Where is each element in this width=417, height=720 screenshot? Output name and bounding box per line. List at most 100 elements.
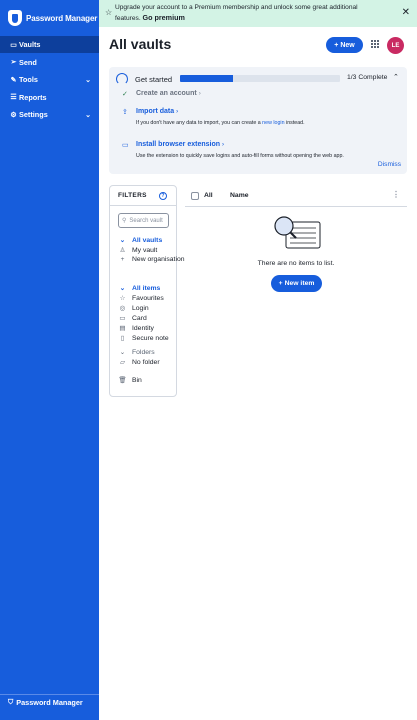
search-input[interactable]: ⚲ Search vault [118,213,169,228]
user-icon: ♙ [119,247,126,254]
go-premium-link[interactable]: Go premium [143,13,185,22]
shield-icon [8,10,22,26]
vault-icon: ▭ [10,41,17,49]
filters-header: FILTERS ? [110,186,176,206]
progress-bar-fill [180,75,233,82]
filter-label: Identity [132,324,154,332]
filter-all-vaults[interactable]: ⌄ All vaults [118,236,162,245]
brand-name: Password Manager [26,13,98,23]
filter-label: Folders [132,348,155,356]
filters-title: FILTERS [118,192,147,199]
avatar[interactable]: LE [387,37,404,54]
trash-icon: 🗑 [118,377,127,384]
chevron-right-icon: › [221,141,225,148]
new-item-button[interactable]: + New item [271,275,322,292]
dismiss-link[interactable]: Dismiss [378,161,401,168]
star-icon: ☆ [105,8,113,17]
filter-all-items[interactable]: ⌄ All items [118,284,161,293]
star-icon: ☆ [119,295,126,302]
reports-icon: ☰ [10,94,17,101]
chevron-down-icon: ⌄ [119,237,126,244]
task-create-account: ✓ Create an account › [122,90,201,98]
select-all-checkbox[interactable] [191,192,199,200]
chevron-down-icon: ⌄ [119,285,126,292]
product-switcher-icon[interactable] [371,40,380,49]
new-login-link[interactable]: new login [262,120,284,126]
vault-table-header: All Name ⋮ [185,185,407,207]
filter-secure-note[interactable]: ▯ Secure note [118,334,169,343]
empty-state-text: There are no items to list. [257,260,335,267]
task-title: Create an account [136,90,197,97]
sidebar-item-label: Send [19,57,37,67]
sidebar-item-send[interactable]: ➢ Send [0,54,99,71]
banner-message: Upgrade your account to a Premium member… [115,3,385,24]
filter-label: New organisation [132,256,185,263]
sidebar-item-label: Tools [19,75,38,84]
chevron-up-icon[interactable]: ⌃ [393,73,399,81]
filter-label: Login [132,304,149,312]
help-icon[interactable]: ? [159,192,167,200]
task-description: Use the extension to quickly save logins… [136,153,344,159]
column-name[interactable]: Name [230,192,249,199]
sidebar: Password Manager ▭ Vaults ➢ Send ✎ Tools… [0,0,99,720]
filter-label: No folder [132,358,160,366]
filter-label: Bin [132,376,142,384]
filter-label: Card [132,314,147,322]
task-desc-text: If you don't have any data to import, yo… [136,120,261,126]
browser-icon: ▭ [122,142,129,149]
empty-search-illustration [274,216,321,249]
filters-panel: FILTERS ? ⚲ Search vault ⌄ All vaults ♙ … [109,185,185,397]
more-options-icon[interactable]: ⋮ [392,190,400,199]
sidebar-item-reports[interactable]: ☰ Reports [0,89,99,106]
close-icon[interactable]: ✕ [402,7,410,18]
filter-identity[interactable]: ▤ Identity [118,324,154,333]
task-import-data[interactable]: ⇪ Import data › If you don't have any da… [122,108,305,126]
shield-icon: ⛉ [8,698,14,706]
filter-label: Favourites [132,294,164,302]
filter-no-folder[interactable]: ▱ No folder [118,358,160,367]
column-all[interactable]: All [204,192,213,199]
sidebar-item-tools[interactable]: ✎ Tools ⌄ [0,71,99,88]
filter-folders[interactable]: ⌄ Folders [118,348,155,357]
progress-count: 1/3 Complete [347,74,388,81]
filter-label: My vault [132,246,158,254]
plus-icon: + [120,256,125,263]
product-switcher[interactable]: ⛉ Password Manager [0,694,99,710]
chevron-down-icon: ⌄ [85,111,91,119]
search-icon: ⚲ [122,218,127,224]
getting-started-panel: Get started 1/3 Complete ⌃ ✓ Create an a… [109,67,407,174]
check-icon: ✓ [122,91,128,98]
task-desc-text: instead. [286,120,305,126]
chevron-right-icon: › [198,90,201,97]
card-icon: ▭ [119,315,126,322]
brand-logo[interactable]: Password Manager [0,0,99,36]
tools-icon: ✎ [10,76,17,84]
getting-started-title: Get started [135,74,173,84]
sidebar-item-label: Vaults [19,40,41,49]
task-title[interactable]: Install browser extension [136,141,220,148]
progress-bar [180,75,340,82]
sidebar-item-settings[interactable]: ⚙ Settings ⌄ [0,106,99,123]
filter-my-vault[interactable]: ♙ My vault [118,246,158,255]
filter-new-organisation[interactable]: + New organisation [118,256,185,263]
sidebar-item-vaults[interactable]: ▭ Vaults [0,36,99,53]
plus-icon: + [334,41,339,49]
filter-favourites[interactable]: ☆ Favourites [118,294,164,303]
import-icon: ⇪ [122,109,128,116]
task-title[interactable]: Import data [136,108,174,115]
id-card-icon: ▤ [119,325,126,332]
task-install-extension[interactable]: ▭ Install browser extension › Use the ex… [122,141,344,159]
filter-label: Secure note [132,334,169,342]
new-item-label: New item [284,280,315,287]
globe-icon: ◎ [119,305,126,312]
chevron-down-icon: ⌄ [119,349,126,356]
settings-icon: ⚙ [10,111,17,119]
folder-icon: ▱ [120,359,125,366]
filter-card[interactable]: ▭ Card [118,314,147,323]
filter-bin[interactable]: 🗑 Bin [118,376,142,385]
plus-icon: + [278,280,283,287]
filter-login[interactable]: ◎ Login [118,304,149,313]
new-button[interactable]: + New [326,37,363,53]
sidebar-item-label: Settings [19,110,48,119]
note-icon: ▯ [120,335,125,342]
